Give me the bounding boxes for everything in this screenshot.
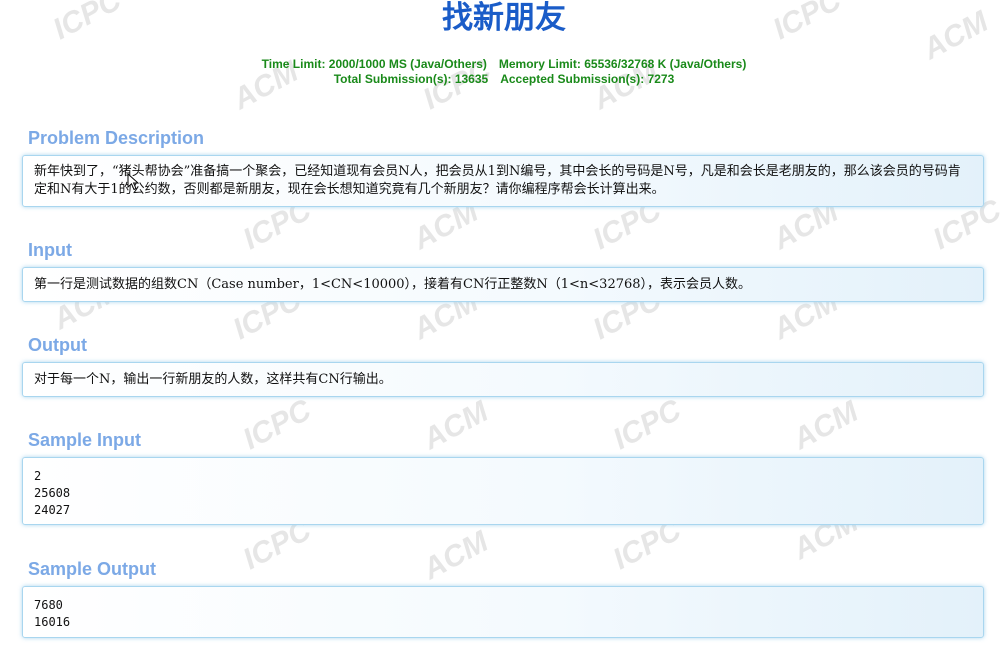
panel-output: 对于每一个N，输出一行新朋友的人数，这样共有CN行输出。 xyxy=(22,362,984,397)
panel-input: 第一行是测试数据的组数CN（Case number，1<CN<10000），接着… xyxy=(22,267,984,302)
section-heading-sample-input: Sample Input xyxy=(28,430,142,450)
mouse-cursor-icon xyxy=(127,173,139,191)
limits-line-1: Time Limit: 2000/1000 MS (Java/Others) Me… xyxy=(0,57,1008,72)
watermark-text: ICPC xyxy=(608,393,688,456)
problem-title: 找新朋友 xyxy=(442,0,566,36)
limits-line-2: Total Submission(s): 13635 Accepted Submi… xyxy=(0,72,1008,87)
panel-sample-output: 7680 16016 xyxy=(22,586,984,638)
watermark-background: ICPCACM ICPC ACMICPC ACMICPC ACM ICPC ACM ICPCA… xyxy=(47,0,1008,587)
section-heading-input: Input xyxy=(28,240,72,260)
watermark-text: ICPC xyxy=(238,393,318,456)
time-limit: Time Limit: 2000/1000 MS (Java/Others) xyxy=(261,57,487,71)
accepted-submissions: Accepted Submission(s): 7273 xyxy=(500,72,675,86)
watermark-text: ACM xyxy=(417,524,495,586)
section-heading-description: Problem Description xyxy=(28,128,205,148)
total-submissions: Total Submission(s): 13635 xyxy=(333,72,489,86)
section-heading-sample-output: Sample Output xyxy=(28,559,157,579)
memory-limit: Memory Limit: 65536/32768 K (Java/Others… xyxy=(498,57,747,71)
panel-sample-input: 2 25608 24027 xyxy=(22,457,984,525)
watermark-text: ACM xyxy=(787,394,865,456)
panel-description: 新年快到了，“猪头帮协会”准备搞一个聚会，已经知道现有会员N人，把会员从1到N编… xyxy=(22,155,984,207)
section-heading-output: Output xyxy=(28,335,87,355)
watermark-text: ACM xyxy=(417,394,495,456)
problem-limits: Time Limit: 2000/1000 MS (Java/Others) Me… xyxy=(0,57,1008,87)
